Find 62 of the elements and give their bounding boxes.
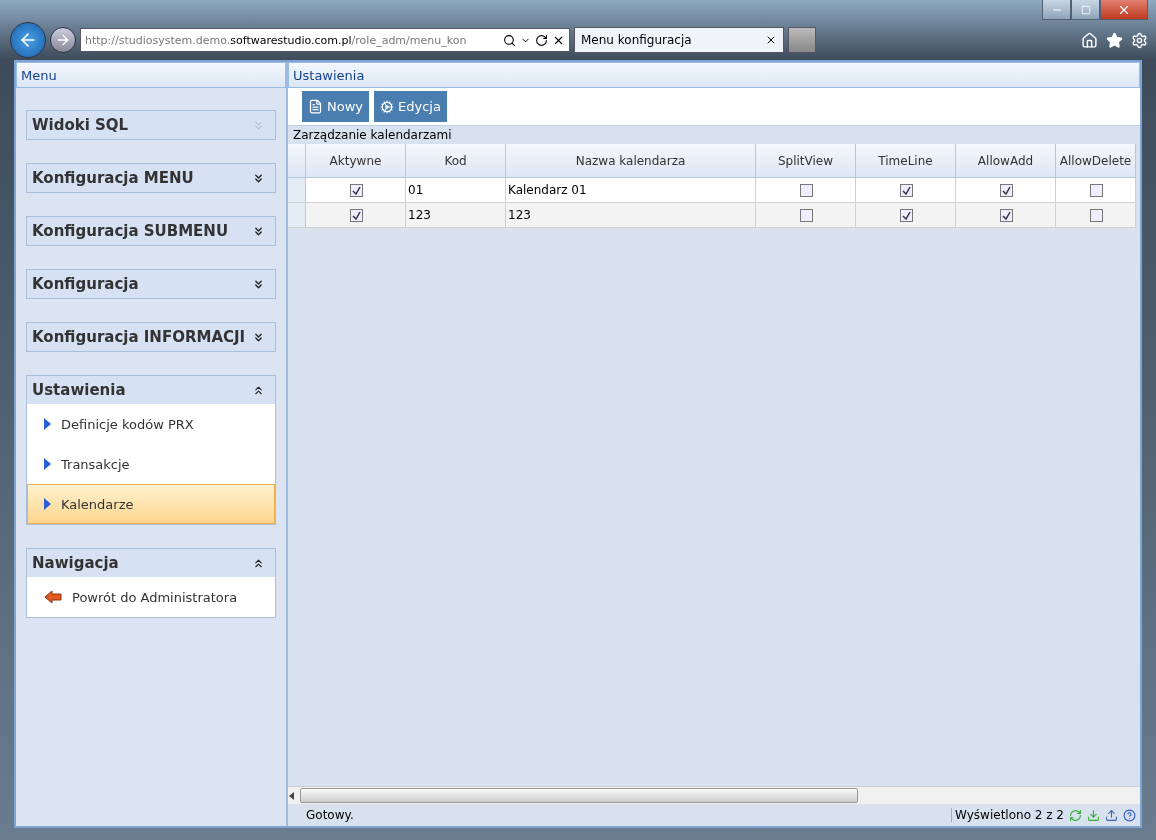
- panel-title: Menu: [16, 62, 286, 88]
- home-icon[interactable]: [1081, 31, 1098, 49]
- column-header[interactable]: AllowDelete: [1056, 144, 1136, 178]
- checkbox[interactable]: [350, 208, 363, 222]
- table-cell: 123: [406, 203, 506, 228]
- section-header[interactable]: Konfiguracja INFORMACJI: [27, 323, 275, 351]
- close-button[interactable]: [1100, 0, 1148, 20]
- gear-icon: [380, 99, 394, 114]
- section-header[interactable]: Konfiguracja MENU: [27, 164, 275, 192]
- search-icon[interactable]: [503, 33, 516, 47]
- section-header[interactable]: Nawigacja: [27, 549, 275, 577]
- section-header[interactable]: Ustawienia: [27, 376, 275, 404]
- checkbox[interactable]: [350, 183, 363, 197]
- address-bar[interactable]: http://studiosystem.demo.softwarestudio.com.pl/role_adm/menu_kon: [80, 28, 570, 52]
- triangle-icon: [44, 418, 51, 430]
- maximize-button[interactable]: [1071, 0, 1100, 20]
- new-tab-button[interactable]: [788, 27, 816, 53]
- forward-arrow-icon: [55, 32, 71, 48]
- menu-item[interactable]: Kalendarze: [27, 484, 275, 524]
- horizontal-scrollbar[interactable]: [288, 786, 1140, 804]
- checkbox[interactable]: [900, 183, 913, 197]
- status-text: Gotowy.: [306, 808, 355, 822]
- favorites-icon[interactable]: [1106, 31, 1123, 49]
- export-icon[interactable]: [1105, 808, 1118, 822]
- minimize-button[interactable]: [1042, 0, 1071, 20]
- table-cell: 01: [406, 178, 506, 203]
- triangle-icon: [44, 458, 51, 470]
- panel-title: Ustawienia: [288, 62, 1140, 88]
- document-icon: [308, 99, 323, 114]
- section-header[interactable]: Konfiguracja: [27, 270, 275, 298]
- checkbox[interactable]: [1090, 208, 1103, 222]
- browser-tab[interactable]: Menu konfiguracja: [574, 27, 784, 53]
- table-cell: Kalendarz 01: [506, 178, 756, 203]
- column-header[interactable]: Kod: [406, 144, 506, 178]
- url-text: http://studiosystem.demo.softwarestudio.com.pl/role_adm/menu_kon: [85, 33, 468, 47]
- triangle-icon: [44, 498, 51, 510]
- checkbox[interactable]: [1090, 183, 1103, 197]
- refresh-icon[interactable]: [535, 33, 548, 47]
- forward-button[interactable]: [50, 27, 76, 53]
- column-header[interactable]: AllowAdd: [956, 144, 1056, 178]
- header-cell: [288, 144, 306, 178]
- settings-icon[interactable]: [1131, 31, 1148, 49]
- back-button[interactable]: [10, 22, 46, 58]
- column-header[interactable]: Aktywne: [306, 144, 406, 178]
- maximize-icon: [1080, 4, 1091, 15]
- column-header[interactable]: Nazwa kalendarza: [506, 144, 756, 178]
- checkbox[interactable]: [800, 208, 813, 222]
- back-arrow-icon: [44, 591, 62, 603]
- checkbox[interactable]: [800, 183, 813, 197]
- help-icon[interactable]: [1123, 808, 1136, 822]
- column-header[interactable]: TimeLine: [856, 144, 956, 178]
- section-header[interactable]: Konfiguracja SUBMENU: [27, 217, 275, 245]
- checkbox[interactable]: [1000, 183, 1013, 197]
- toolbar-button[interactable]: Nowy: [302, 91, 369, 122]
- toolbar-button[interactable]: Edycja: [374, 91, 447, 122]
- scroll-left-icon[interactable]: [288, 791, 296, 800]
- checkbox[interactable]: [900, 208, 913, 222]
- table-cell: 123: [506, 203, 756, 228]
- checkbox[interactable]: [1000, 208, 1013, 222]
- column-header[interactable]: SplitView: [756, 144, 856, 178]
- record-count: Wyświetlono 2 z 2: [951, 808, 1064, 822]
- close-tab-icon[interactable]: [765, 34, 777, 46]
